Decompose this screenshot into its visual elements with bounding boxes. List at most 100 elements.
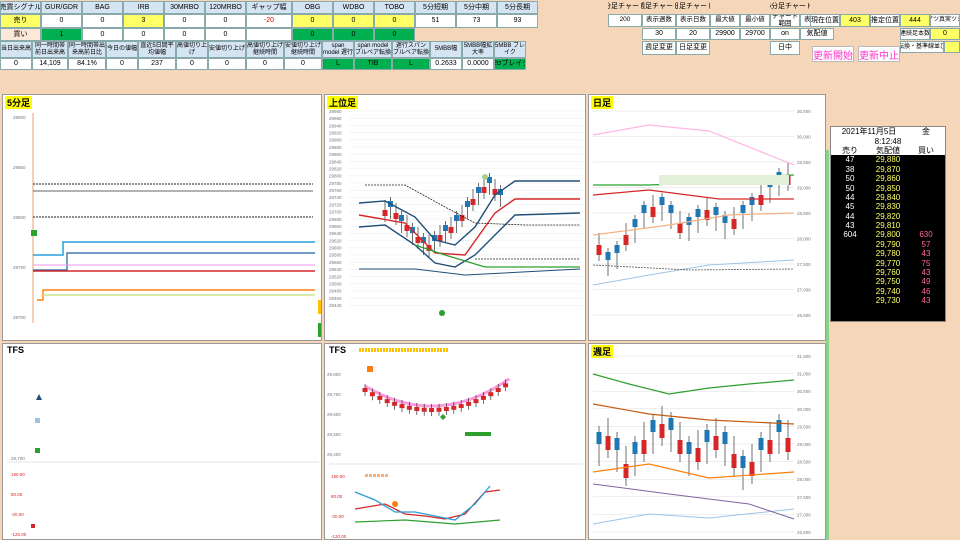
tfs2-tick-label: 29,700 (327, 392, 341, 397)
pday-candle-body (731, 219, 737, 229)
tfs2-osc-green (354, 519, 501, 525)
buy-value: 0 (164, 28, 205, 41)
tfs1-osc-label: 80.00 (11, 492, 23, 497)
board-row: 38 29,870 (831, 165, 945, 174)
pup-tick-label: 29680 (329, 217, 342, 222)
board-bid: 57 (921, 239, 931, 249)
pday-candle-body (632, 219, 638, 227)
settings-header: 5分足チャート (770, 1, 810, 13)
metric-header: 5MBB ブレイク (494, 41, 526, 58)
pweek-candle-body (749, 462, 755, 476)
tfs2-candle-body (503, 383, 509, 388)
upper-timeframe-svg: 29980 29960 29940 29920 29900 29880 29860 29840… (329, 109, 583, 316)
buy-value (246, 28, 292, 41)
pup-candle-body (448, 227, 454, 233)
stop-update-button[interactable]: 更新中止 (858, 46, 900, 62)
signal-header: 売買シグナル (0, 1, 41, 14)
range-toggle[interactable]: on (770, 28, 800, 40)
daily-chart-svg: 30,500 30,000 29,500 29,000 28,500 28,000 27,5… (592, 109, 811, 318)
buy-value: 0 (333, 28, 374, 41)
pweek-candle-body (605, 436, 611, 450)
pday-tick-label: 29,000 (797, 186, 811, 191)
tfs2-top-bar (422, 348, 424, 352)
pup-tick-label: 29900 (329, 138, 342, 143)
pweek-tick-label: 30,000 (797, 407, 811, 412)
signal-header: GUR/GDR (41, 1, 82, 14)
pup-tick-label: 29760 (329, 188, 342, 193)
settings-value[interactable]: 29900 (710, 28, 740, 40)
settings-value[interactable]: 29700 (740, 28, 770, 40)
p5-arrow-up (318, 323, 321, 337)
weekly-change-button[interactable]: 週足変更 (642, 41, 676, 55)
pup-tick-label: 29980 (329, 109, 342, 114)
pweek-tick-label: 29,500 (797, 424, 811, 429)
tfs2-top-bar (386, 348, 388, 352)
metric-header: 同一時間帯出来高前日比 (68, 41, 106, 58)
session-mode[interactable]: 日中 (770, 41, 800, 55)
tfs2-top-bar (416, 348, 418, 352)
board-ask: 50 (845, 174, 855, 184)
start-update-button[interactable]: 更新開始 (812, 46, 854, 62)
current-position-label: 現在位置 (810, 14, 840, 27)
pday-candle-body (641, 205, 647, 213)
tfs2-top-bar (419, 348, 421, 352)
pweek-candle-body (695, 448, 701, 462)
tfs-right-svg: 29,800 29,700 29,600 29,500 29,400 180.00 80.0… (327, 348, 583, 539)
board-price: 29,740 (875, 286, 901, 296)
daily-change-button[interactable]: 日足変更 (676, 41, 710, 55)
signal-header: IRB (123, 1, 164, 14)
pweek-candle-body (659, 424, 665, 438)
board-price: 29,750 (875, 277, 901, 287)
board-price: 29,830 (875, 202, 901, 212)
metric-header: 同一時間帯前日出来高 (32, 41, 68, 58)
board-price: 29,810 (875, 221, 901, 231)
pweek-candle-body (704, 430, 710, 442)
buy-value: 0 (123, 28, 164, 41)
weekly-chart-svg: 31,500 31,000 30,500 30,000 29,500 29,000 28,5… (592, 354, 811, 535)
pup-tick-label: 29580 (329, 253, 342, 258)
board-bid: 49 (921, 277, 931, 287)
board-row: 29,760 43 (831, 268, 945, 277)
tfs2-candle-body (399, 404, 405, 409)
buy-value: 0 (82, 28, 123, 41)
pweek-tick-label: 29,000 (797, 442, 811, 447)
tfs2-top-bar (413, 348, 415, 352)
signal-header: OBG (292, 1, 333, 14)
pday-candle-body (650, 207, 656, 217)
sell-value: 51 (415, 14, 456, 28)
sell-value: 93 (497, 14, 538, 28)
pup-low-line (359, 268, 581, 276)
pup-tick-label: 29800 (329, 174, 342, 179)
settings-label: 表示日数 (676, 14, 710, 27)
tfs2-osc-blue (354, 485, 491, 521)
tfs2-candle-body (458, 404, 464, 409)
settings-value[interactable]: 30 (642, 28, 676, 40)
tfs2-top-bar (404, 348, 406, 352)
tfs2-diamond (440, 414, 446, 420)
pweek-candle-body (650, 420, 656, 432)
pweek-candle-body (713, 436, 719, 450)
tfs2-top-bar (428, 348, 430, 352)
signal-header: 120MRBO (205, 1, 246, 14)
tfs2-osc-label: 80.00 (331, 494, 343, 499)
buy-label: 買い (0, 28, 41, 41)
board-row: 29,790 57 (831, 240, 945, 249)
tfs2-candle-body (451, 405, 457, 410)
pweek-purple (592, 483, 795, 520)
tfs1-marker-green (35, 448, 40, 453)
napaku-signal-label: ナベアツ真実ツシグナ (930, 14, 960, 27)
continuous-bars-label: 連続足本数 (900, 28, 930, 40)
metric-value: 0 (0, 58, 32, 70)
tfs2-top-bar (401, 348, 403, 352)
tfs2-top-bar (443, 348, 445, 352)
pday-tick-label: 29,500 (797, 160, 811, 165)
tfs1-triangle (36, 394, 42, 400)
settings-value[interactable]: 20 (676, 28, 710, 40)
signal-header: WDBO (333, 1, 374, 14)
p5-tick-label: 29850 (13, 165, 26, 170)
tfs2-top-bar (380, 348, 382, 352)
settings-label: チャート範囲 (770, 14, 800, 27)
sell-value: 0 (292, 14, 333, 28)
settings-value[interactable]: 気配値 (800, 28, 834, 40)
order-board: 2021年11月5日 金 8:12:48 売り 気配値 買い 47 29,880 3… (830, 126, 946, 322)
